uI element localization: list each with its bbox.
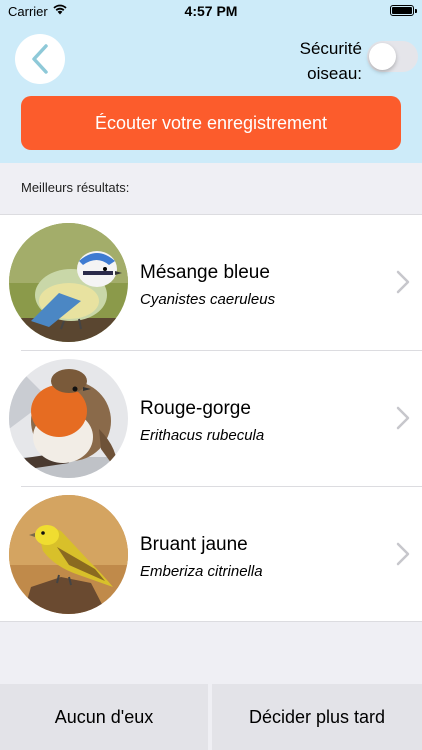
chevron-right-icon bbox=[396, 406, 410, 430]
bird-common-name: Rouge-gorge bbox=[140, 398, 251, 419]
list-item[interactable]: Rouge-gorge Erithacus rubecula bbox=[0, 351, 422, 487]
bird-scientific-name: Erithacus rubecula bbox=[140, 427, 265, 444]
clock: 4:57 PM bbox=[184, 3, 238, 19]
toggle-knob bbox=[369, 43, 396, 70]
bird-photo bbox=[9, 223, 128, 342]
bird-safety-label: Sécurité oiseau: bbox=[299, 39, 362, 83]
bird-photo bbox=[9, 359, 128, 478]
decide-later-button[interactable]: Décider plus tard bbox=[212, 684, 422, 750]
battery-icon bbox=[390, 5, 417, 16]
bird-scientific-name: Cyanistes caeruleus bbox=[140, 291, 276, 308]
bird-scientific-name: Emberiza citrinella bbox=[140, 563, 263, 580]
list-item[interactable]: Mésange bleue Cyanistes caeruleus bbox=[0, 215, 422, 351]
results-list: Mésange bleue Cyanistes caeruleus Rouge-… bbox=[0, 214, 422, 622]
chevron-left-icon bbox=[32, 44, 48, 74]
listen-recording-button[interactable]: Écouter votre enregistrement bbox=[21, 96, 401, 150]
none-of-them-button[interactable]: Aucun d'eux bbox=[0, 684, 208, 750]
list-item[interactable]: Bruant jaune Emberiza citrinella bbox=[0, 487, 422, 623]
bird-safety-toggle[interactable] bbox=[367, 41, 418, 72]
bird-common-name: Bruant jaune bbox=[140, 534, 248, 555]
results-title: Meilleurs résultats: bbox=[21, 180, 130, 195]
bird-common-name: Mésange bleue bbox=[140, 262, 270, 283]
back-button[interactable] bbox=[15, 34, 65, 84]
chevron-right-icon bbox=[396, 270, 410, 294]
status-bar: Carrier 4:57 PM bbox=[0, 0, 422, 24]
chevron-right-icon bbox=[396, 542, 410, 566]
header: Carrier 4:57 PM Sécurité oiseau: Écouter… bbox=[0, 0, 422, 163]
bird-photo bbox=[9, 495, 128, 614]
